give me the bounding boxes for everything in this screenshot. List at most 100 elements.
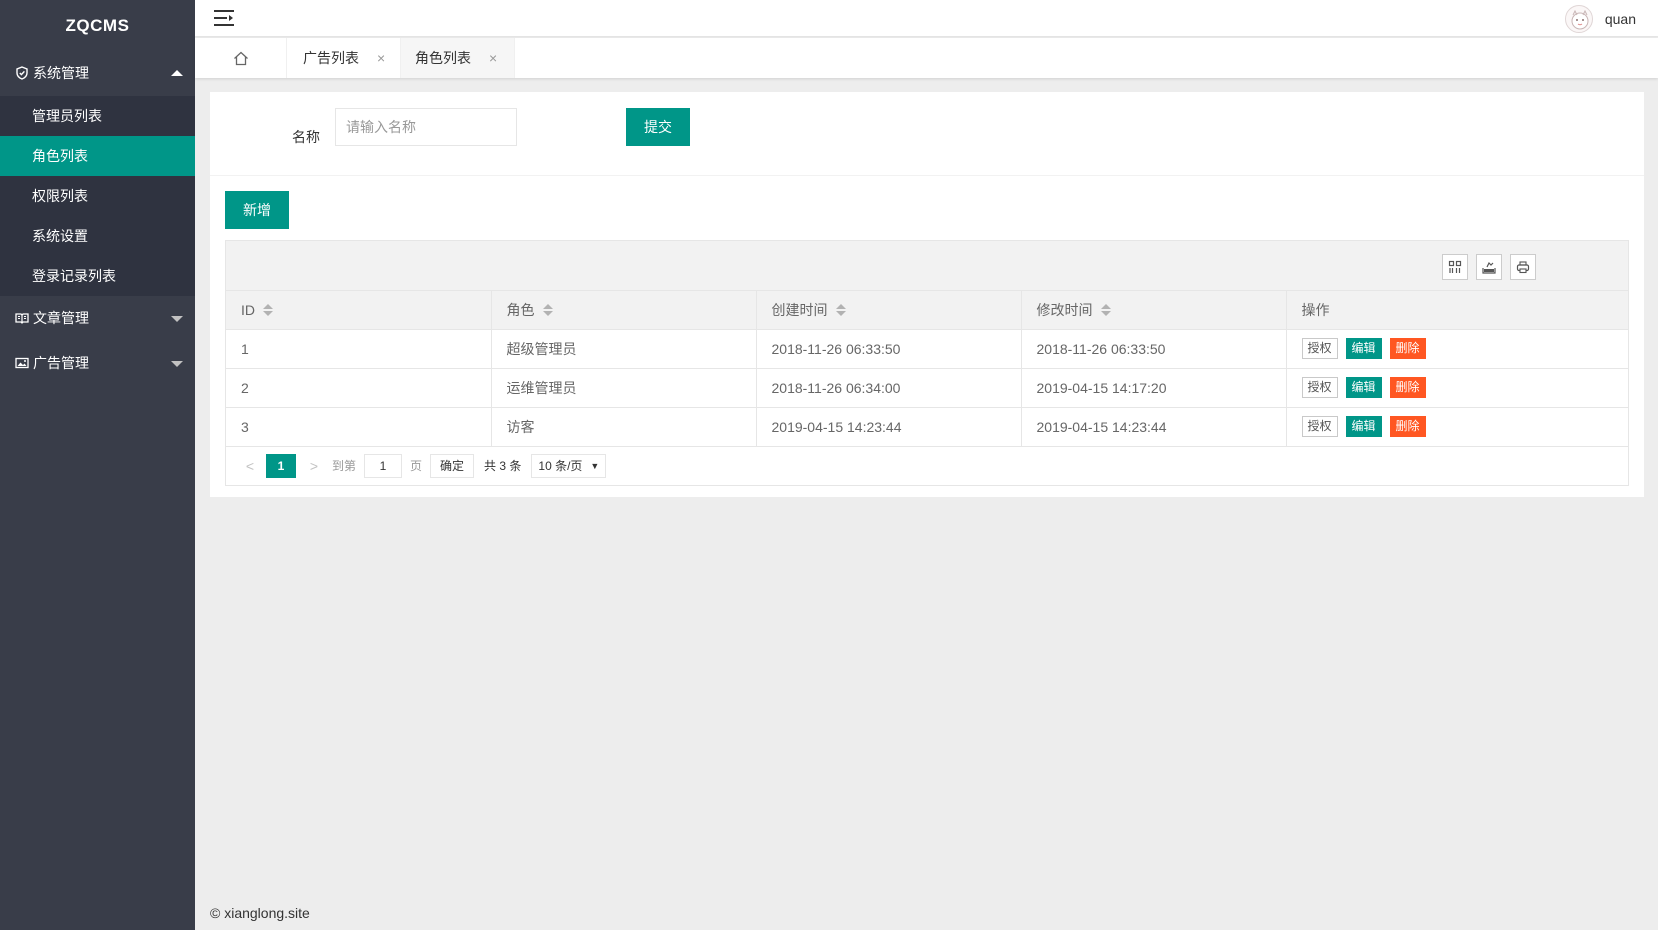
sidebar-group-articles[interactable]: 文章管理 xyxy=(0,296,195,341)
print-icon xyxy=(1516,261,1530,274)
sort-icon[interactable] xyxy=(542,303,553,317)
shield-icon xyxy=(16,66,28,80)
goto-confirm-button[interactable]: 确定 xyxy=(430,453,475,478)
add-button[interactable]: 新增 xyxy=(225,191,289,229)
column-header-actions: 操作 xyxy=(1286,291,1628,330)
app-logo: ZQCMS xyxy=(0,0,195,51)
total-count: 共 3 条 xyxy=(484,459,522,473)
delete-button[interactable]: 删除 xyxy=(1389,416,1426,437)
columns-filter-button[interactable] xyxy=(1442,254,1468,280)
table-toolbar xyxy=(226,241,1628,291)
page-size-select[interactable]: 10 条/页 ▼ xyxy=(531,453,607,478)
search-label: 名称 xyxy=(292,129,320,145)
export-icon xyxy=(1482,261,1496,274)
pagination: < 1 > 到第 页 确定 共 3 条 10 条/页 ▼ xyxy=(226,447,1628,485)
cell-role: 运维管理员 xyxy=(491,368,757,408)
cell-modified: 2019-04-15 14:23:44 xyxy=(1021,407,1287,447)
data-table: ID 角色 创建时间 修改时间 操作 1 超级管理员 2018-11-26 06… xyxy=(226,291,1628,447)
cell-role: 访客 xyxy=(491,407,757,447)
table-row: 3 访客 2019-04-15 14:23:44 2019-04-15 14:2… xyxy=(226,407,1628,447)
sort-icon[interactable] xyxy=(835,303,846,317)
cell-created: 2018-11-26 06:34:00 xyxy=(756,368,1022,408)
edit-button[interactable]: 编辑 xyxy=(1345,338,1382,359)
sidebar: ZQCMS 系统管理 管理员列表 角色列表 权限列表 系统设置 登录记录列表 文… xyxy=(0,0,195,930)
footer-copyright: © xianglong.site xyxy=(210,905,310,921)
sidebar-group-ads[interactable]: 广告管理 xyxy=(0,341,195,386)
role-table: ID 角色 创建时间 修改时间 操作 1 超级管理员 2018-11-26 06… xyxy=(225,240,1629,486)
search-form: 名称 提交 xyxy=(210,92,1644,176)
top-header: quan xyxy=(195,0,1658,37)
tab-bar: 广告列表 × 角色列表 × xyxy=(195,38,1658,78)
cell-actions: 授权 编辑 删除 xyxy=(1286,407,1628,447)
table-row: 2 运维管理员 2018-11-26 06:34:00 2019-04-15 1… xyxy=(226,368,1628,408)
cell-actions: 授权 编辑 删除 xyxy=(1286,329,1628,369)
sidebar-group-label: 文章管理 xyxy=(33,310,89,326)
submit-button[interactable]: 提交 xyxy=(626,108,690,146)
caret-down-icon xyxy=(171,316,183,322)
tab-home[interactable] xyxy=(195,38,287,78)
sidebar-item-role-list[interactable]: 角色列表 xyxy=(0,136,195,176)
cell-id: 3 xyxy=(226,407,492,447)
tab-label: 角色列表 xyxy=(415,50,471,66)
goto-page-input[interactable] xyxy=(364,453,403,478)
main-content: 名称 提交 新增 ID 角色 创建时间 xyxy=(210,92,1644,497)
column-header-modified[interactable]: 修改时间 xyxy=(1021,291,1287,330)
delete-button[interactable]: 删除 xyxy=(1389,377,1426,398)
sidebar-item-permission-list[interactable]: 权限列表 xyxy=(0,176,195,216)
authorize-button[interactable]: 授权 xyxy=(1301,416,1338,437)
book-icon xyxy=(15,313,29,324)
column-header-created[interactable]: 创建时间 xyxy=(756,291,1022,330)
print-button[interactable] xyxy=(1510,254,1536,280)
close-icon[interactable]: × xyxy=(377,38,385,78)
table-row: 1 超级管理员 2018-11-26 06:33:50 2018-11-26 0… xyxy=(226,329,1628,369)
cell-modified: 2018-11-26 06:33:50 xyxy=(1021,329,1287,369)
cell-created: 2018-11-26 06:33:50 xyxy=(756,329,1022,369)
tab-ad-list[interactable]: 广告列表 × xyxy=(287,38,401,78)
tab-label: 广告列表 xyxy=(303,50,359,66)
sidebar-item-login-records[interactable]: 登录记录列表 xyxy=(0,256,195,296)
search-input[interactable] xyxy=(335,108,517,146)
caret-down-icon xyxy=(171,361,183,367)
column-header-label: 角色 xyxy=(506,301,535,318)
dropdown-arrow-icon: ▼ xyxy=(590,460,600,471)
cell-role: 超级管理员 xyxy=(491,329,757,369)
user-name[interactable]: quan xyxy=(1605,11,1636,27)
tab-role-list[interactable]: 角色列表 × xyxy=(401,38,515,78)
menu-fold-icon[interactable] xyxy=(214,9,234,27)
cell-created: 2019-04-15 14:23:44 xyxy=(756,407,1022,447)
page-label: 页 xyxy=(410,459,423,473)
cell-id: 2 xyxy=(226,368,492,408)
column-header-label: 修改时间 xyxy=(1036,301,1093,318)
page-1-button[interactable]: 1 xyxy=(266,453,296,478)
edit-button[interactable]: 编辑 xyxy=(1345,377,1382,398)
export-button[interactable] xyxy=(1476,254,1502,280)
close-icon[interactable]: × xyxy=(489,38,497,78)
column-header-role[interactable]: 角色 xyxy=(491,291,757,330)
column-header-label: 创建时间 xyxy=(771,301,828,318)
authorize-button[interactable]: 授权 xyxy=(1301,377,1338,398)
sort-icon[interactable] xyxy=(1100,303,1111,317)
image-icon xyxy=(15,357,29,369)
column-header-id[interactable]: ID xyxy=(226,291,492,330)
column-header-label: 操作 xyxy=(1301,301,1330,318)
sidebar-submenu-system: 管理员列表 角色列表 权限列表 系统设置 登录记录列表 xyxy=(0,96,195,296)
sidebar-group-system[interactable]: 系统管理 xyxy=(0,51,195,96)
cell-actions: 授权 编辑 删除 xyxy=(1286,368,1628,408)
sidebar-item-admin-list[interactable]: 管理员列表 xyxy=(0,96,195,136)
goto-label: 到第 xyxy=(332,459,357,473)
delete-button[interactable]: 删除 xyxy=(1389,338,1426,359)
sort-icon[interactable] xyxy=(263,303,273,317)
table-header-row: ID 角色 创建时间 修改时间 操作 xyxy=(226,291,1628,330)
column-header-label: ID xyxy=(241,301,255,318)
avatar-image xyxy=(1571,9,1589,30)
edit-button[interactable]: 编辑 xyxy=(1345,416,1382,437)
user-menu[interactable]: quan xyxy=(1564,4,1636,34)
next-page-icon[interactable]: > xyxy=(304,458,324,474)
avatar[interactable] xyxy=(1564,5,1593,33)
page-size-value: 10 条/页 xyxy=(538,458,583,473)
sidebar-item-system-settings[interactable]: 系统设置 xyxy=(0,216,195,256)
sidebar-group-label: 系统管理 xyxy=(33,65,89,81)
sidebar-group-label: 广告管理 xyxy=(33,355,89,371)
prev-page-icon[interactable]: < xyxy=(240,458,260,474)
authorize-button[interactable]: 授权 xyxy=(1301,338,1338,359)
